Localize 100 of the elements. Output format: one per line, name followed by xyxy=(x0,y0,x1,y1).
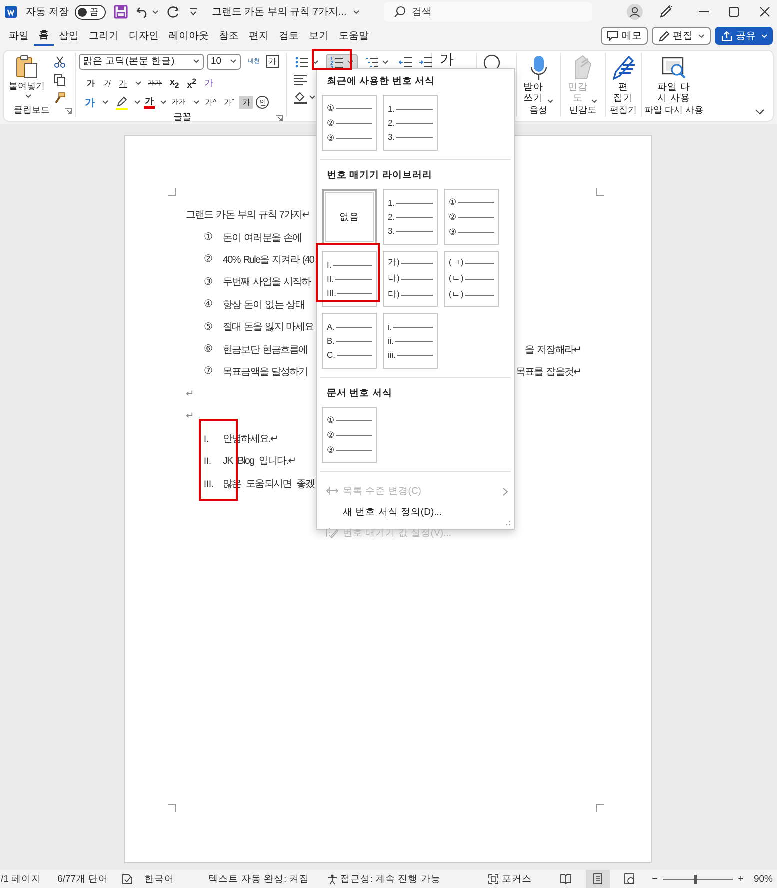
chevron-icon[interactable] xyxy=(755,109,765,116)
pen-icon[interactable] xyxy=(659,5,673,19)
editing-button[interactable]: 편집 xyxy=(652,27,711,45)
paragraph-mark: ↵ xyxy=(186,411,194,422)
font-size-field[interactable]: 10 xyxy=(207,54,241,70)
list-item-text: 절대 돈을 잃지 마세요 xyxy=(223,321,314,334)
autosave-label: 자동 저장 xyxy=(26,6,69,19)
scissors-icon[interactable] xyxy=(54,56,66,68)
zoom-in-button[interactable]: + xyxy=(736,874,746,884)
editor-button[interactable]: 편 집기 xyxy=(608,53,638,104)
search-field[interactable]: 검색 xyxy=(384,2,592,22)
reuse-button[interactable]: 파일 다 시 사용 xyxy=(656,53,692,104)
styles-button[interactable]: 가 xyxy=(440,52,454,67)
caret-icon[interactable] xyxy=(160,100,167,105)
language-status[interactable]: 한국어 xyxy=(144,872,175,886)
dictate-button[interactable]: 받아 쓰기 xyxy=(522,53,556,104)
ribbon-tab[interactable]: 검토 xyxy=(274,26,304,46)
zoom-out-button[interactable]: − xyxy=(650,874,660,884)
pen-icon xyxy=(610,55,636,81)
format-painter-icon[interactable] xyxy=(54,92,66,104)
resize-grip-icon[interactable] xyxy=(506,521,511,526)
paste-button[interactable]: 붙여넣기 xyxy=(6,53,48,104)
ribbon-tab[interactable]: 레이아웃 xyxy=(164,26,214,46)
numbering-format-option[interactable]: (ㄱ) (ㄴ) (ㄷ) xyxy=(444,251,499,307)
font-color-button[interactable]: 가 xyxy=(144,96,155,109)
ribbon-tab[interactable]: 파일 xyxy=(4,26,34,46)
ribbon-tab[interactable]: 그리기 xyxy=(84,26,124,46)
caret-icon[interactable] xyxy=(134,100,141,105)
share-button[interactable]: 공유 xyxy=(715,27,773,45)
numbering-format-option[interactable]: ① ② ③ xyxy=(444,189,499,245)
numbering-format-option[interactable]: 1. 2. 3. xyxy=(383,189,438,245)
caret-icon[interactable] xyxy=(102,100,109,105)
italic-button[interactable]: 가 xyxy=(101,77,113,90)
avatar-icon[interactable] xyxy=(627,4,643,20)
caret-icon xyxy=(312,60,319,65)
numbering-format-option[interactable]: 1. 2. 3. xyxy=(383,95,438,151)
no-numbering-option[interactable]: 없음 xyxy=(322,189,377,245)
enclose-button[interactable]: 가 xyxy=(266,55,279,68)
customize-icon[interactable] xyxy=(188,8,198,16)
menu-item[interactable]: 새 번호 서식 정의(D)... xyxy=(317,502,514,523)
highlighter-icon[interactable] xyxy=(115,96,129,110)
superscript-button[interactable]: x$^{2}$ xyxy=(185,76,198,91)
zoom-level[interactable]: 90% xyxy=(754,874,773,884)
redo-icon[interactable] xyxy=(166,5,181,19)
caret-icon[interactable] xyxy=(309,95,316,100)
section-heading: 최근에 사용한 번호 서식 xyxy=(326,75,436,89)
subscript-button[interactable]: x$_{2}$ xyxy=(168,76,182,91)
dialog-launcher-icon[interactable] xyxy=(65,108,72,115)
focus-button[interactable]: 포커스 xyxy=(488,872,532,886)
group-label: 음성 xyxy=(530,104,548,117)
microphone-icon xyxy=(530,55,548,81)
shading-icon[interactable] xyxy=(294,91,307,104)
text-effects-button[interactable]: 가 xyxy=(83,94,97,110)
numbering-format-option[interactable]: 가) 나) 다) xyxy=(383,251,438,307)
ribbon-tab[interactable]: 참조 xyxy=(214,26,244,46)
decrease-indent-icon[interactable] xyxy=(399,56,413,69)
numbering-format-option[interactable]: ① ② ③ xyxy=(322,407,377,463)
ribbon-tab[interactable]: 도움말 xyxy=(334,26,374,46)
caret-icon xyxy=(698,34,705,38)
numbering-format-option[interactable]: A. B. C. xyxy=(322,313,377,369)
font-family-field[interactable]: 맑은 고딕(본문 한글) xyxy=(79,54,204,70)
ribbon-tab[interactable]: 삽입 xyxy=(54,26,84,46)
list-item-text: 목표금액을 달성하기 xyxy=(223,366,308,379)
accessibility-status[interactable]: 접근성: 계속 진행 가능 xyxy=(327,872,441,886)
increase-indent-icon[interactable] xyxy=(419,56,433,69)
save-icon[interactable] xyxy=(114,5,128,19)
section-heading: 번호 매기기 라이브러리 xyxy=(326,169,434,183)
numbering-format-option[interactable]: i. ii. iii. xyxy=(383,313,438,369)
underline-button[interactable]: 가 xyxy=(117,77,129,90)
numbering-format-option[interactable]: ① ② ③ xyxy=(322,95,377,151)
grow-font-button[interactable]: 가^ xyxy=(203,96,219,109)
proofing-icon[interactable] xyxy=(122,874,133,884)
word-icon[interactable] xyxy=(5,6,17,18)
comments-button[interactable]: 메모 xyxy=(601,27,648,45)
page-count[interactable]: /1 페이지 xyxy=(1,872,42,886)
document-title[interactable]: 그랜드 카돈 부의 규칙 7가지... xyxy=(212,5,360,19)
numbering-format-option[interactable]: I. II. III. xyxy=(322,251,377,307)
caret-icon[interactable] xyxy=(193,100,200,105)
autosave-toggle[interactable]: 끔 xyxy=(74,4,106,20)
bold-button[interactable]: 가 xyxy=(85,77,97,90)
close-icon[interactable] xyxy=(760,7,770,17)
copy-icon[interactable] xyxy=(54,74,66,86)
caret-icon[interactable] xyxy=(135,81,142,86)
print-layout-button[interactable] xyxy=(586,870,610,888)
char-shading-button[interactable]: 가 xyxy=(239,96,254,109)
clear-format-button[interactable]: 가 xyxy=(202,76,216,91)
shrink-font-button[interactable]: 가ˇ xyxy=(222,96,236,109)
ribbon-tab[interactable]: 편지 xyxy=(244,26,274,46)
autocomplete-status[interactable]: 텍스트 자동 완성: 켜짐 xyxy=(208,872,310,886)
group-label: 클립보드 xyxy=(14,104,50,117)
maximize-icon[interactable] xyxy=(729,7,739,17)
word-count[interactable]: 6/77개 단어 xyxy=(58,872,109,886)
multilevel-list-icon xyxy=(365,56,379,69)
align-left-icon[interactable] xyxy=(294,75,307,86)
ribbon-tab[interactable]: 보기 xyxy=(304,26,334,46)
dialog-launcher-icon[interactable] xyxy=(276,115,283,122)
caret-icon xyxy=(24,94,32,99)
ribbon-tab[interactable]: 디자인 xyxy=(124,26,164,46)
caret-icon[interactable] xyxy=(152,10,159,14)
ribbon-tab[interactable]: 홈 xyxy=(34,26,54,46)
